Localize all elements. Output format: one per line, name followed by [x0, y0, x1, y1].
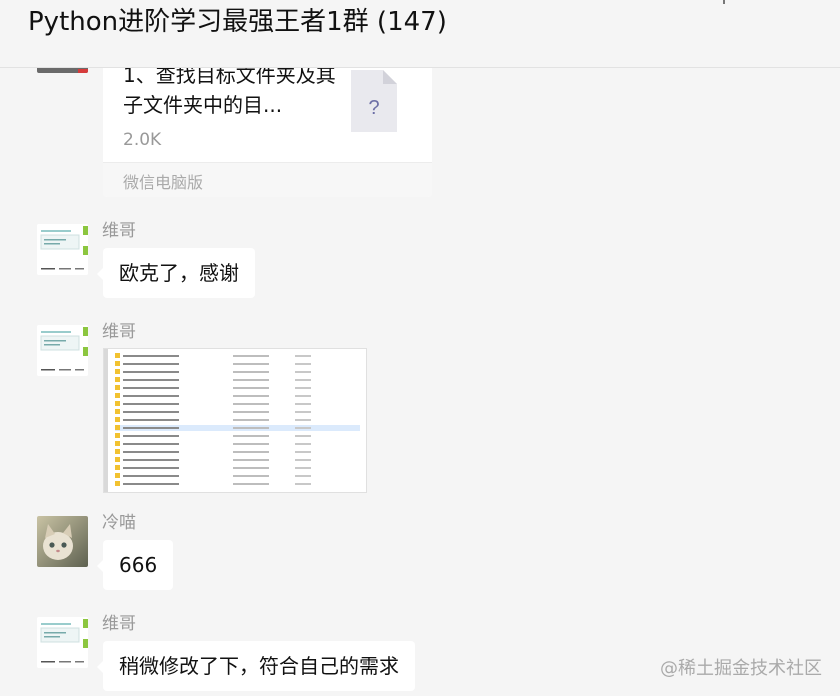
file-source-label: 微信电脑版: [123, 173, 204, 192]
avatar-icon: [37, 325, 88, 376]
image-row: [115, 441, 360, 447]
image-row: [115, 417, 360, 423]
avatar-icon: [37, 224, 88, 275]
avatar[interactable]: [37, 325, 88, 376]
chat-header: Python进阶学习最强王者1群 (147): [0, 0, 840, 68]
cat-avatar-icon: [37, 516, 88, 567]
image-row: [115, 385, 360, 391]
image-row: [115, 393, 360, 399]
image-message[interactable]: [103, 348, 367, 493]
image-row: [115, 369, 360, 375]
image-row: [115, 433, 360, 439]
svg-text:?: ?: [368, 97, 379, 119]
sender-name: 维哥: [102, 614, 136, 634]
sender-name: 维哥: [102, 221, 136, 241]
image-row: [115, 457, 360, 463]
image-row: [115, 465, 360, 471]
sender-name: 维哥: [102, 322, 136, 342]
file-name: 1、查找目标文件夹及其子文件夹中的目...: [123, 63, 336, 117]
sender-name: 冷喵: [102, 513, 136, 533]
message-bubble[interactable]: 稍微修改了下，符合自己的需求: [97, 641, 415, 691]
avatar[interactable]: [37, 516, 88, 567]
image-row: [115, 401, 360, 407]
image-row: [115, 481, 360, 487]
image-scrollbar: [104, 349, 108, 492]
image-row: [115, 353, 360, 359]
image-row: [115, 449, 360, 455]
unknown-file-icon: ?: [351, 70, 397, 132]
avatar-icon: [37, 617, 88, 668]
chat-title: Python进阶学习最强王者1群 (147): [28, 7, 447, 37]
file-size: 2.0K: [123, 130, 162, 150]
watermark: @稀土掘金技术社区: [660, 658, 822, 679]
avatar[interactable]: [37, 224, 88, 275]
header-edge-mark: [723, 0, 725, 4]
message-bubble[interactable]: 欧克了，感谢: [97, 248, 255, 298]
image-row: [115, 473, 360, 479]
image-row: [115, 361, 360, 367]
image-row-selected: [115, 425, 360, 431]
avatar[interactable]: [37, 617, 88, 668]
chat-area: 1、查找目标文件夹及其子文件夹中的目... 2.0K ? 微信电脑版 维哥 欧克…: [0, 0, 840, 696]
file-source: 微信电脑版: [103, 162, 432, 197]
message-bubble[interactable]: 666: [96, 540, 174, 590]
image-row: [115, 409, 360, 415]
image-row: [115, 377, 360, 383]
